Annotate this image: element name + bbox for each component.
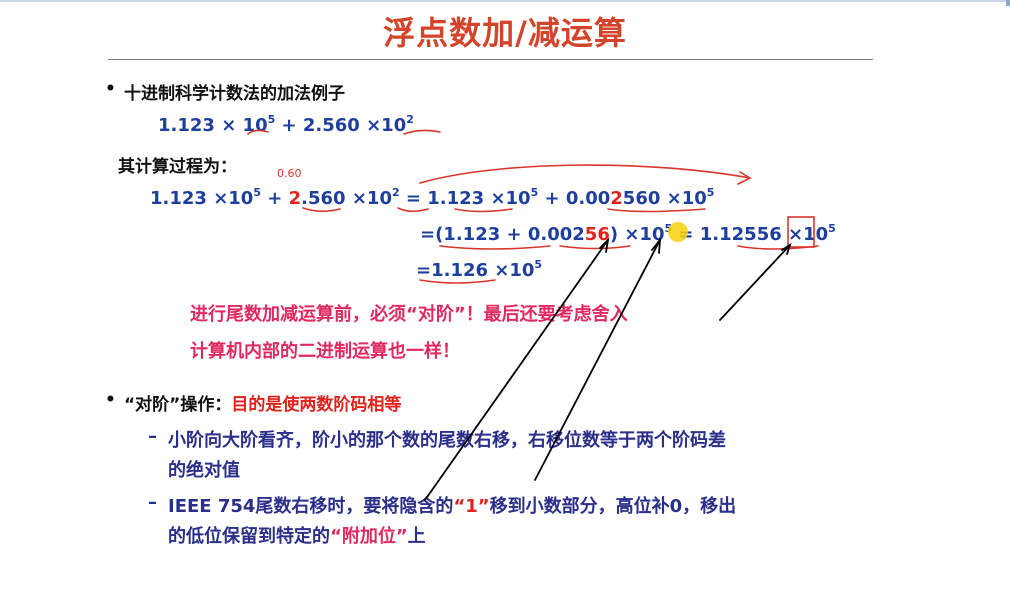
- process-label: 其计算过程为：: [118, 157, 237, 177]
- sub-item-1-line-2: 的绝对值: [168, 460, 240, 481]
- shift-arc: [419, 164, 751, 184]
- sub-item-1-line-1: 小阶向大阶看齐，阶小的那个数的尾数右移，右移位数等于两个阶码差: [168, 430, 726, 451]
- shift-arc-head: [737, 171, 752, 185]
- bullet-example-heading: 十进制科学计数法的加法例子: [124, 84, 345, 104]
- calc-line-2: =(1.123 + 0.00256) ×105 = 1.12556 ×105: [420, 222, 836, 245]
- warning-line-1: 进行尾数加减运算前，必须“对阶”！最后还要考虑舍入: [190, 304, 628, 325]
- underline-line2-a: [439, 245, 551, 250]
- underline-result: [737, 245, 819, 250]
- underline-1-123: [454, 208, 513, 213]
- pointer-arrow-3: [719, 244, 791, 321]
- title-divider: [108, 59, 873, 60]
- calc-line-3: =1.126 ×105: [416, 258, 543, 281]
- bullet-dot: •: [105, 79, 116, 99]
- warning-line-2: 计算机内部的二进制运算也一样！: [190, 341, 460, 362]
- alignment-heading: “对阶”操作：目的是使两数阶码相等: [124, 395, 402, 415]
- calc-line-1: 1.123 ×105 + 2.560 ×102 = 1.123 ×105 + 0…: [150, 186, 715, 209]
- top-border: [0, 0, 1010, 2]
- sub-dash-1: –: [148, 426, 157, 447]
- underline-0-002560: [607, 208, 706, 213]
- sub-item-2-line-2: 的低位保留到特定的“附加位”上: [168, 526, 426, 547]
- slide-title: 浮点数加/减运算: [383, 14, 627, 52]
- annotation-note: 0.60: [277, 167, 302, 180]
- example-expression: 1.123 × 105 + 2.560 ×102: [158, 113, 414, 136]
- sub-dash-2: –: [148, 492, 157, 513]
- bullet-dot-2: •: [105, 390, 116, 410]
- sub-item-2-line-1: IEEE 754尾数右移时，要将隐含的“1”移到小数部分，高位补0，移出: [168, 496, 737, 517]
- underline-line2-b: [559, 245, 631, 250]
- window-corner: [1006, 0, 1010, 6]
